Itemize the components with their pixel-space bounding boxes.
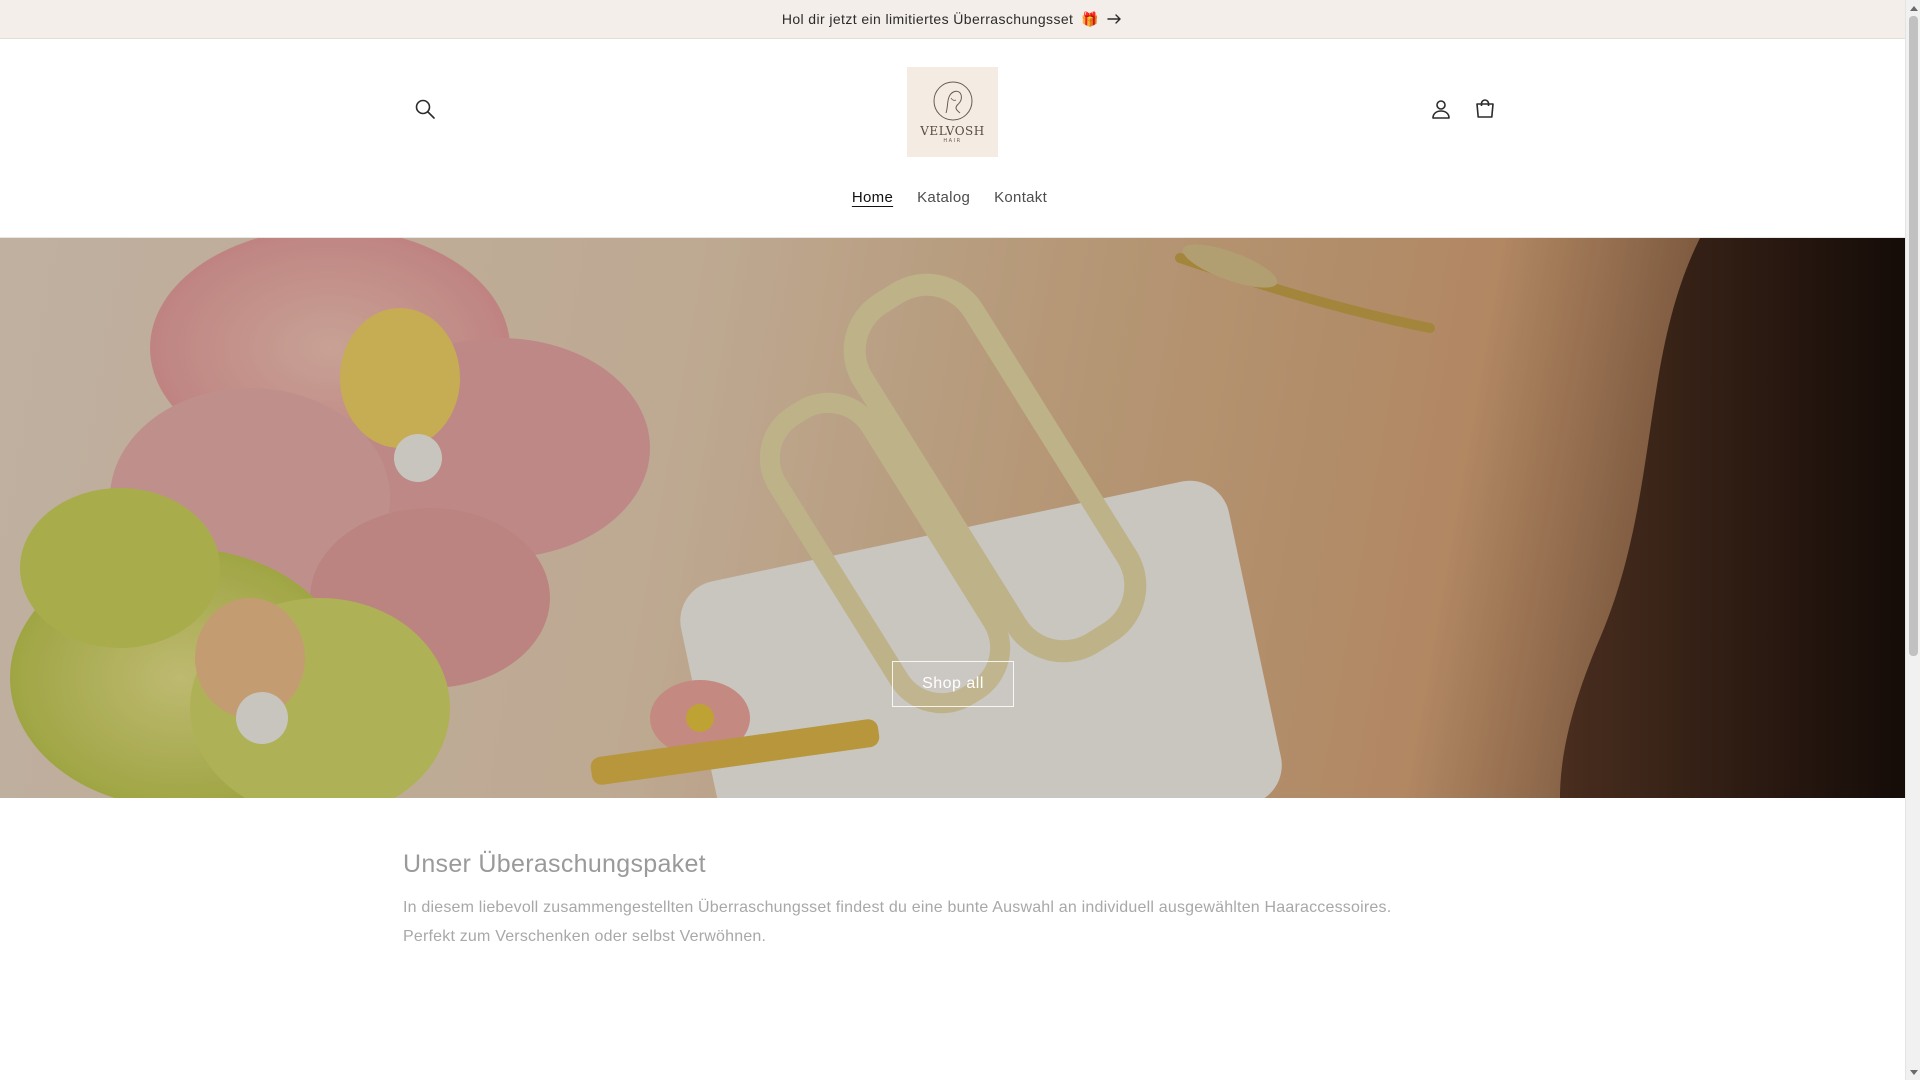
account-button[interactable] [1423,93,1459,129]
logo-emblem [933,81,972,121]
nav-katalog[interactable]: Katalog [917,187,970,208]
hero-overlay [0,238,1905,798]
main-nav: Home Katalog Kontakt [0,187,1902,208]
section-text: In diesem liebevoll zusammengestellten Ü… [403,899,1392,945]
shop-all-button[interactable]: Shop all [892,661,1014,707]
site-header: VELVOSH HAIR Home Katalog Kontakt [0,39,1905,238]
announcement-link[interactable]: Hol dir jetzt ein limitiertes Überraschu… [782,11,1123,28]
scrollbar[interactable] [1905,0,1920,1080]
gift-icon: 🎁 [1081,10,1100,27]
scroll-thumb[interactable] [1909,16,1918,656]
announcement-bar: Hol dir jetzt ein limitiertes Überraschu… [0,0,1905,39]
cart-icon [1474,98,1496,125]
nav-kontakt[interactable]: Kontakt [994,187,1047,208]
account-icon [1430,98,1452,125]
intro-section: Unser Überaschungspaket In diesem liebev… [403,850,1503,951]
logo-name: VELVOSH [920,124,985,138]
search-button[interactable] [407,93,443,129]
hero-banner: Shop all [0,238,1905,798]
section-title: Unser Überaschungspaket [403,850,706,878]
scroll-down-icon[interactable] [1906,1065,1920,1080]
cart-button[interactable] [1467,93,1503,129]
logo-sub: HAIR [943,138,962,144]
logo-link[interactable]: VELVOSH HAIR [907,67,998,157]
search-icon [414,98,436,125]
arrow-right-icon [1107,13,1123,25]
scroll-up-icon[interactable] [1906,0,1920,15]
page: Hol dir jetzt ein limitiertes Überraschu… [0,0,1905,1080]
announcement-text: Hol dir jetzt ein limitiertes Überraschu… [781,11,1074,27]
nav-home[interactable]: Home [852,187,893,208]
